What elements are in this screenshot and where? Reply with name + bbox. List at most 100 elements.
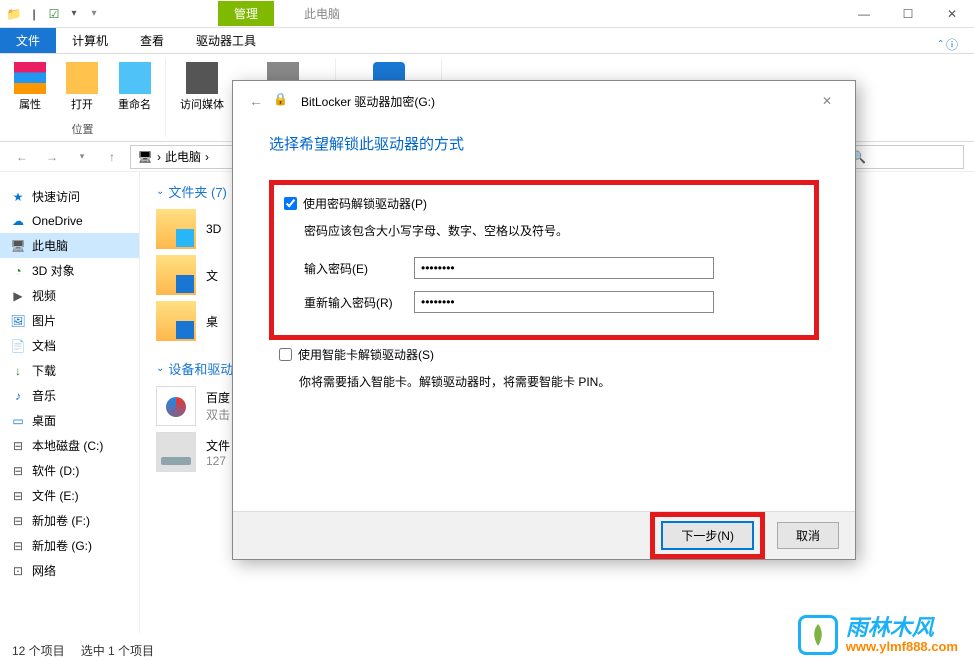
recent-dropdown[interactable]: ▾ xyxy=(70,145,94,169)
ribbon-group-location: 属性 打开 重命名 位置 xyxy=(0,58,166,137)
media-label: 访问媒体 xyxy=(180,96,224,112)
tab-computer[interactable]: 计算机 xyxy=(56,28,124,53)
back-arrow-icon: ← xyxy=(249,93,263,109)
reenter-password-row: 重新输入密码(R) xyxy=(304,291,804,313)
sidebar-item-10[interactable]: ⊟ 本地磁盘 (C:) xyxy=(0,433,139,458)
sidebar-item-11[interactable]: ⊟软件 (D:) xyxy=(0,458,139,483)
sidebar-item-3[interactable]: ◔3D 对象 xyxy=(0,258,139,283)
sidebar-label: 网络 xyxy=(32,562,56,579)
watermark-url: www.ylmf888.com xyxy=(846,639,958,654)
minimize-button[interactable]: — xyxy=(842,0,886,28)
device-label: 文件 xyxy=(206,437,230,454)
sidebar-label: 图片 xyxy=(32,312,56,329)
folder-icon xyxy=(156,255,196,295)
status-bar: 12 个项目 选中 1 个项目 xyxy=(12,642,154,659)
properties-label: 属性 xyxy=(19,96,41,112)
dialog-title-bar: ← 🔒 BitLocker 驱动器加密(G:) ✕ xyxy=(233,81,855,121)
tab-view[interactable]: 查看 xyxy=(124,28,180,53)
password-input[interactable] xyxy=(414,257,714,279)
folder-icon xyxy=(156,209,196,249)
sidebar-item-5[interactable]: 🖼 图片 xyxy=(0,308,139,333)
sidebar: ★快速访问☁OneDrive🖥此电脑◔3D 对象▶视频 🖼 图片 📄文档↓下载 ♪ 音乐 ▭… xyxy=(0,172,140,633)
sidebar-icon: ⊟ xyxy=(10,438,26,454)
device-icon xyxy=(156,432,196,472)
media-button[interactable]: 访问媒体 xyxy=(172,58,232,121)
use-password-checkbox-row: 使用密码解锁驱动器(P) xyxy=(284,195,804,212)
sidebar-item-4[interactable]: ▶视频 xyxy=(0,283,139,308)
sidebar-item-13[interactable]: ⊟新加卷 (F:) xyxy=(0,508,139,533)
ribbon-tab-row: 文件 计算机 查看 驱动器工具 ˆ ⓘ xyxy=(0,28,974,54)
use-smartcard-checkbox[interactable] xyxy=(279,348,292,361)
sidebar-item-14[interactable]: ⊟新加卷 (G:) xyxy=(0,533,139,558)
device-sub: 127 xyxy=(206,454,230,468)
crumb-thispc[interactable]: 此电脑 xyxy=(165,148,201,165)
tab-drive-tools[interactable]: 驱动器工具 xyxy=(180,28,272,53)
dialog-body: 选择希望解锁此驱动器的方式 使用密码解锁驱动器(P) 密码应该包含大小写字母、数… xyxy=(233,121,855,511)
sidebar-item-9[interactable]: ▭桌面 xyxy=(0,408,139,433)
up-button[interactable]: ↑ xyxy=(100,145,124,169)
dialog-close-button[interactable]: ✕ xyxy=(815,89,839,113)
sidebar-item-12[interactable]: ⊟文件 (E:) xyxy=(0,483,139,508)
sidebar-icon: 🖼 xyxy=(10,313,26,329)
sidebar-label: 新加卷 (G:) xyxy=(32,537,92,554)
open-button[interactable]: 打开 xyxy=(58,58,106,121)
sidebar-item-1[interactable]: ☁OneDrive xyxy=(0,209,139,233)
enter-password-label: 输入密码(E) xyxy=(304,260,404,277)
next-button[interactable]: 下一步(N) xyxy=(661,521,754,550)
overflow-icon[interactable]: ▾ xyxy=(86,6,102,22)
crumb-sep-2: › xyxy=(205,150,209,164)
devices-header-label: 设备和驱动 xyxy=(168,359,233,378)
smartcard-desc: 你将需要插入智能卡。解锁驱动器时，将需要智能卡 PIN。 xyxy=(299,373,819,390)
forward-button[interactable]: → xyxy=(40,145,64,169)
sidebar-label: 音乐 xyxy=(32,387,56,404)
sidebar-icon: ↓ xyxy=(10,363,26,379)
chevron-down-icon: ⌄ xyxy=(156,186,164,197)
tab-file[interactable]: 文件 xyxy=(0,28,56,53)
sidebar-icon: ★ xyxy=(10,189,26,205)
checkbox-icon[interactable]: ☑ xyxy=(46,6,62,22)
rename-button[interactable]: 重命名 xyxy=(110,58,159,121)
search-input[interactable]: 🔍 xyxy=(844,145,964,169)
media-icon xyxy=(186,62,218,94)
sidebar-label: 本地磁盘 (C:) xyxy=(32,437,103,454)
bitlocker-icon: 🔒 xyxy=(273,92,291,110)
close-button[interactable]: ✕ xyxy=(930,0,974,28)
cancel-button[interactable]: 取消 xyxy=(777,522,839,549)
rename-icon xyxy=(119,62,151,94)
use-password-checkbox[interactable] xyxy=(284,197,297,210)
sidebar-item-15[interactable]: ⊡网络 xyxy=(0,558,139,583)
sidebar-label: 文件 (E:) xyxy=(32,487,79,504)
use-password-label: 使用密码解锁驱动器(P) xyxy=(303,195,427,212)
sidebar-item-0[interactable]: ★快速访问 xyxy=(0,184,139,209)
sidebar-label: 新加卷 (F:) xyxy=(32,512,90,529)
use-smartcard-checkbox-row: 使用智能卡解锁驱动器(S) xyxy=(279,346,819,363)
sidebar-icon: 🖥 xyxy=(10,238,26,254)
password-section-highlight: 使用密码解锁驱动器(P) 密码应该包含大小写字母、数字、空格以及符号。 输入密码… xyxy=(269,180,819,340)
folders-header-label: 文件夹 (7) xyxy=(168,182,227,201)
maximize-button[interactable]: ☐ xyxy=(886,0,930,28)
enter-password-row: 输入密码(E) xyxy=(304,257,804,279)
window-title: 此电脑 xyxy=(304,5,340,22)
context-tab-manage[interactable]: 管理 xyxy=(218,1,274,26)
back-button[interactable]: ← xyxy=(10,145,34,169)
sidebar-label: 桌面 xyxy=(32,412,56,429)
device-sub: 双击 xyxy=(206,406,230,423)
chevron-down-icon: ⌄ xyxy=(156,363,164,374)
sidebar-label: 3D 对象 xyxy=(32,262,75,279)
sidebar-item-2[interactable]: 🖥此电脑 xyxy=(0,233,139,258)
use-smartcard-label: 使用智能卡解锁驱动器(S) xyxy=(298,346,434,363)
help-button[interactable]: ˆ ⓘ xyxy=(923,36,974,53)
quick-access-toolbar: 📁 | ☑ ▾ ▾ xyxy=(0,6,108,22)
reenter-password-input[interactable] xyxy=(414,291,714,313)
next-button-highlight: 下一步(N) xyxy=(650,512,765,559)
sidebar-item-8[interactable]: ♪ 音乐 xyxy=(0,383,139,408)
selected-count: 选中 1 个项目 xyxy=(81,642,154,659)
sidebar-icon: ♪ xyxy=(10,388,26,404)
sidebar-item-7[interactable]: ↓下载 xyxy=(0,358,139,383)
open-label: 打开 xyxy=(71,96,93,112)
properties-button[interactable]: 属性 xyxy=(6,58,54,121)
folder-label: 文 xyxy=(206,267,218,284)
chevron-down-icon[interactable]: ▾ xyxy=(66,6,82,22)
watermark-logo xyxy=(798,615,838,655)
sidebar-item-6[interactable]: 📄文档 xyxy=(0,333,139,358)
